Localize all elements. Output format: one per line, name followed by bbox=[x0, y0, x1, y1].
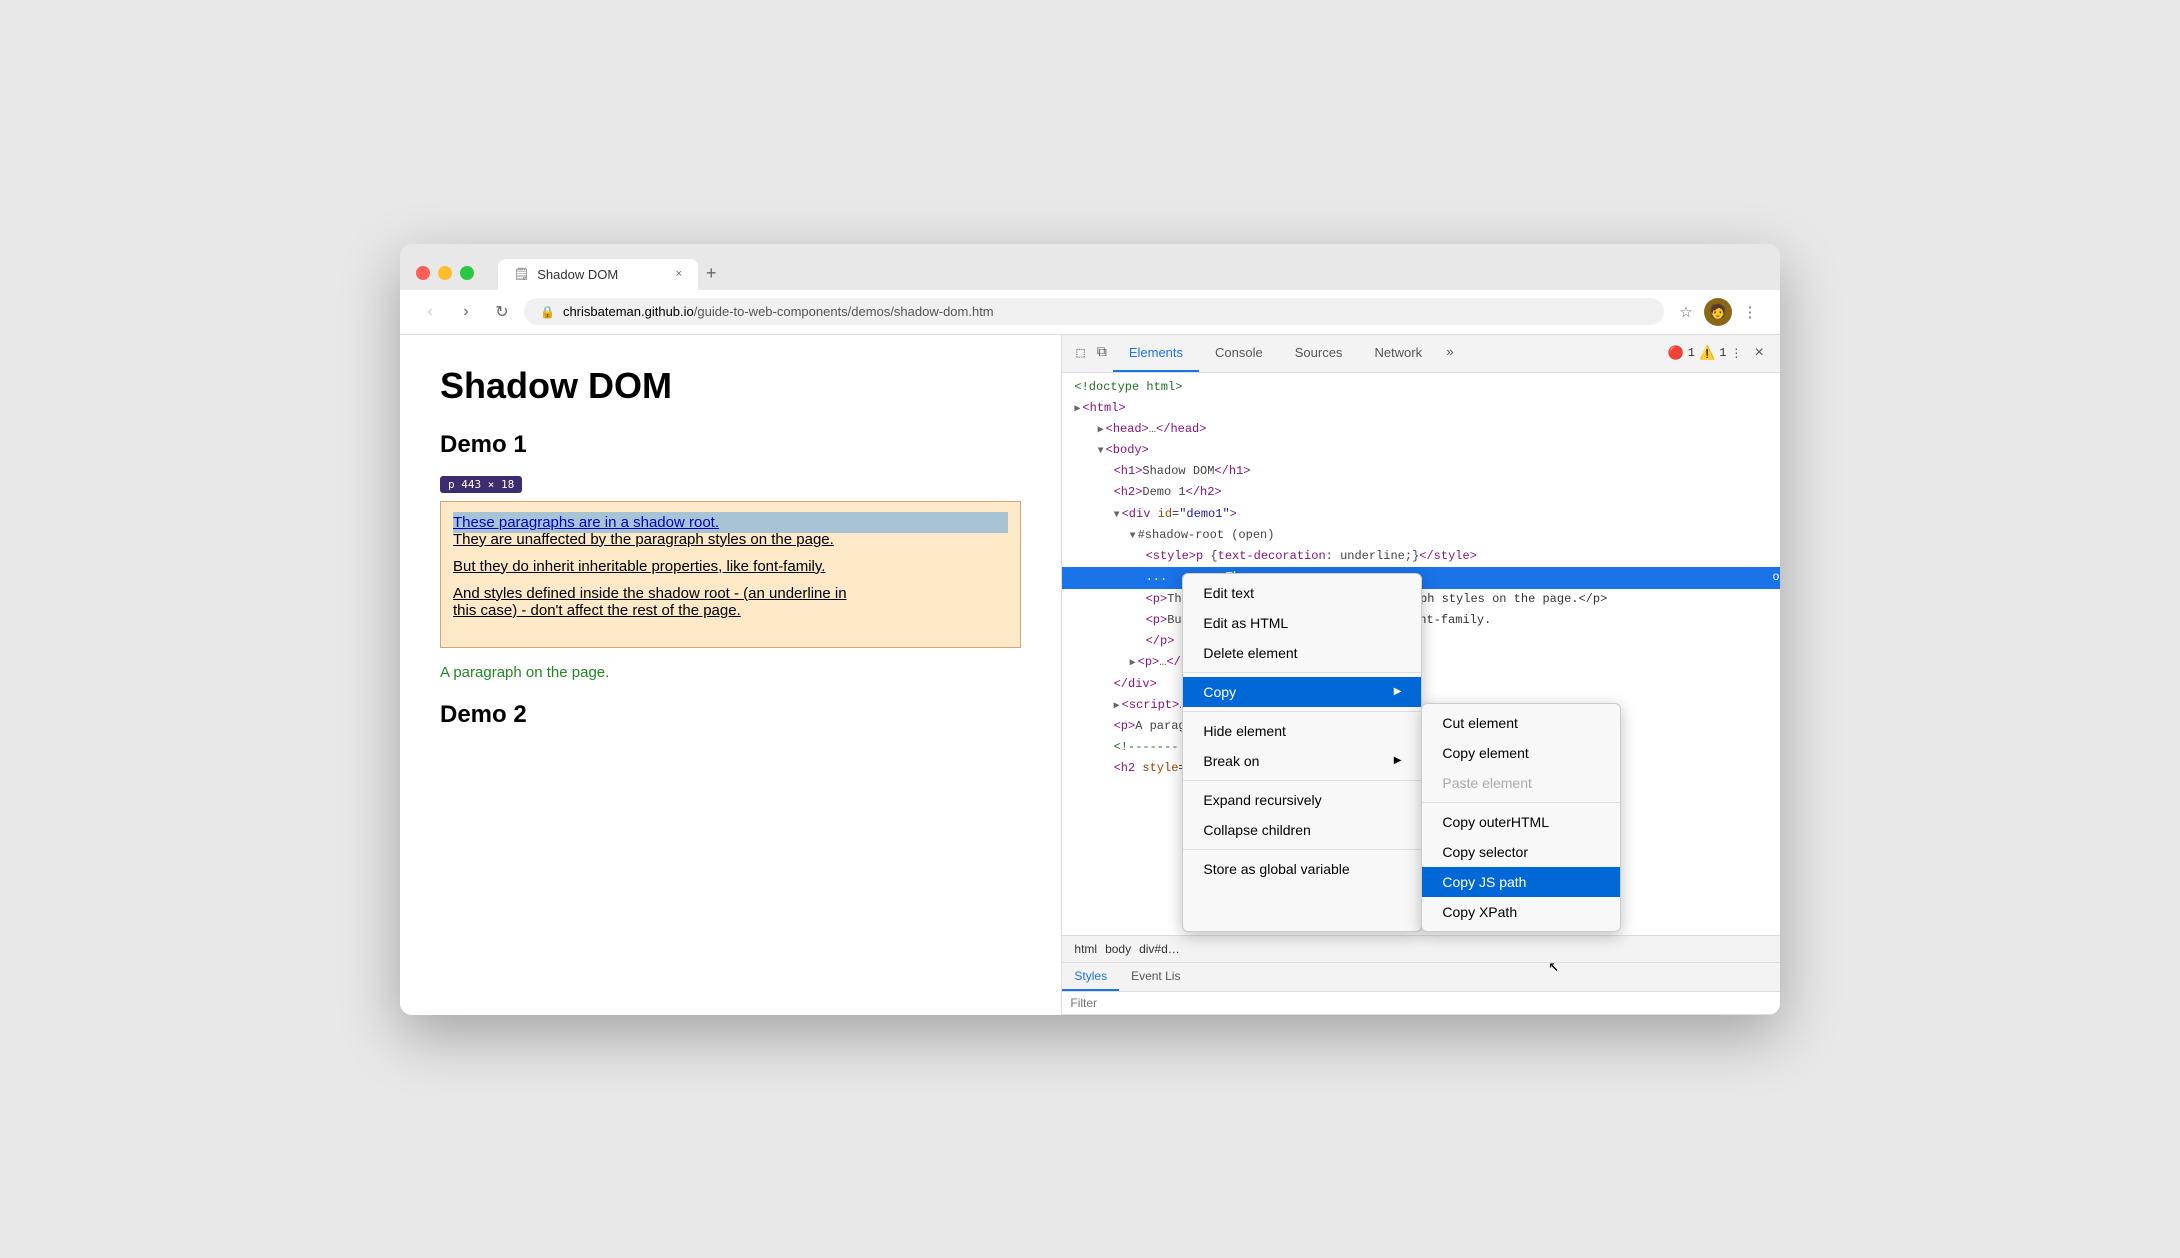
page-content: Shadow DOM Demo 1 p 443 × 18 These parag… bbox=[400, 335, 1062, 1015]
dom-head[interactable]: ▶<head>…</head> bbox=[1062, 419, 1780, 440]
close-button[interactable] bbox=[416, 266, 430, 280]
tab-sources[interactable]: Sources bbox=[1279, 335, 1359, 372]
dom-doctype: <!doctype html> bbox=[1062, 377, 1780, 398]
devtools-body: <!doctype html> ▶<html> ▶<head>…</head> … bbox=[1062, 373, 1780, 1015]
error-icon: 🔴 bbox=[1668, 346, 1684, 361]
para-green: A paragraph on the page. bbox=[440, 664, 1021, 681]
lock-icon: 🔒 bbox=[540, 305, 555, 319]
menu-item-break-on[interactable]: Break on ▶ bbox=[1183, 746, 1421, 776]
demo2-heading: Demo 2 bbox=[440, 701, 1021, 729]
profile-avatar[interactable]: 🧑 bbox=[1704, 298, 1732, 326]
bookmark-button[interactable]: ☆ bbox=[1672, 298, 1700, 326]
context-menu-container: Edit text Edit as HTML Delete element Co… bbox=[1182, 573, 1621, 932]
para1-selected: These paragraphs are in a shadow root. bbox=[453, 512, 1008, 533]
menu-item-store-global[interactable]: Store as global variable bbox=[1183, 854, 1421, 884]
submenu-cut-element[interactable]: Cut element bbox=[1422, 708, 1620, 738]
menu-separator-3 bbox=[1183, 780, 1421, 781]
menu-item-collapse-children[interactable]: Collapse children bbox=[1183, 815, 1421, 845]
submenu-copy-js-path[interactable]: Copy JS path bbox=[1422, 867, 1620, 897]
dom-body-open[interactable]: ▼<body> bbox=[1062, 440, 1780, 461]
warning-count: 1 bbox=[1719, 346, 1726, 360]
dom-style-tag[interactable]: <style>p {text-decoration: underline;}</… bbox=[1062, 546, 1780, 567]
para2: They are unaffected by the paragraph sty… bbox=[453, 531, 1008, 548]
submenu-sep-1 bbox=[1422, 802, 1620, 803]
menu-separator-1 bbox=[1183, 672, 1421, 673]
maximize-button[interactable] bbox=[460, 266, 474, 280]
breadcrumb-body[interactable]: body bbox=[1101, 940, 1135, 958]
breadcrumb-html[interactable]: html bbox=[1070, 940, 1101, 958]
dom-div-demo1[interactable]: ▼<div id="demo1"> bbox=[1062, 504, 1780, 525]
dom-shadow-root[interactable]: ▼#shadow-root (open) bbox=[1062, 525, 1780, 546]
submenu-copy-element[interactable]: Copy element bbox=[1422, 738, 1620, 768]
menu-item-copy[interactable]: Copy ▶ bbox=[1183, 677, 1421, 707]
shadow-root-box: These paragraphs are in a shadow root. T… bbox=[440, 501, 1021, 648]
back-button[interactable]: ‹ bbox=[416, 298, 444, 326]
styles-tabs: Styles Event Lis bbox=[1062, 963, 1780, 992]
submenu-paste-element[interactable]: Paste element bbox=[1422, 768, 1620, 798]
tab-more-button[interactable]: » bbox=[1438, 335, 1462, 372]
new-tab-button[interactable]: + bbox=[698, 256, 725, 290]
menu-item-edit-html[interactable]: Edit as HTML bbox=[1183, 608, 1421, 638]
breadcrumb-div[interactable]: div#d… bbox=[1135, 940, 1184, 958]
menu-separator-4 bbox=[1183, 849, 1421, 850]
menu-item-delete[interactable]: Delete element bbox=[1183, 638, 1421, 668]
title-bar: 🗒 Shadow DOM × + bbox=[400, 244, 1780, 290]
tab-label: Shadow DOM bbox=[537, 267, 618, 282]
submenu-copy-xpath[interactable]: Copy XPath bbox=[1422, 897, 1620, 927]
inspect-element-button[interactable]: ⬚ bbox=[1070, 337, 1090, 370]
error-badge: 🔴 1 ⚠️ 1 bbox=[1668, 346, 1727, 361]
copy-submenu[interactable]: Cut element Copy element Paste element C… bbox=[1421, 703, 1621, 932]
filter-input[interactable] bbox=[1070, 996, 1772, 1010]
warning-icon: ⚠️ bbox=[1699, 346, 1715, 361]
browser-window: 🗒 Shadow DOM × + ‹ › ↻ 🔒 chrisbateman.gi… bbox=[400, 244, 1780, 1015]
submenu-copy-outer-html[interactable]: Copy outerHTML bbox=[1422, 807, 1620, 837]
devtools-tabs: Elements Console Sources Network » bbox=[1113, 335, 1668, 372]
devtools-toolbar: ⬚ ⧉ Elements Console Sources Network » 🔴… bbox=[1062, 335, 1780, 373]
tab-console[interactable]: Console bbox=[1199, 335, 1279, 372]
error-count: 1 bbox=[1688, 346, 1695, 360]
forward-button[interactable]: › bbox=[452, 298, 480, 326]
para3: But they do inherit inheritable properti… bbox=[453, 558, 1008, 575]
browser-tab[interactable]: 🗒 Shadow DOM × bbox=[498, 259, 698, 290]
menu-item-edit-text[interactable]: Edit text bbox=[1183, 578, 1421, 608]
main-area: Shadow DOM Demo 1 p 443 × 18 These parag… bbox=[400, 335, 1780, 1015]
dom-html[interactable]: ▶<html> bbox=[1062, 398, 1780, 419]
menu-item-hide[interactable]: Hide element bbox=[1183, 716, 1421, 746]
context-menu[interactable]: Edit text Edit as HTML Delete element Co… bbox=[1182, 573, 1422, 932]
reload-button[interactable]: ↻ bbox=[488, 298, 516, 326]
devtools-panel: ⬚ ⧉ Elements Console Sources Network » 🔴… bbox=[1062, 335, 1780, 1015]
address-text: chrisbateman.github.io/guide-to-web-comp… bbox=[563, 304, 994, 319]
submenu-copy-selector[interactable]: Copy selector bbox=[1422, 837, 1620, 867]
menu-separator-2 bbox=[1183, 711, 1421, 712]
dom-h1[interactable]: <h1>Shadow DOM</h1> bbox=[1062, 461, 1780, 482]
browser-menu-button[interactable]: ⋮ bbox=[1736, 298, 1764, 326]
tab-page-icon: 🗒 bbox=[514, 267, 529, 281]
page-title: Shadow DOM bbox=[440, 365, 1021, 407]
element-tooltip: p 443 × 18 bbox=[440, 476, 522, 493]
device-toolbar-button[interactable]: ⧉ bbox=[1091, 337, 1113, 369]
nav-actions: ☆ 🧑 ⋮ bbox=[1672, 298, 1764, 326]
para4: And styles defined inside the shadow roo… bbox=[453, 585, 1008, 619]
tab-bar: 🗒 Shadow DOM × + bbox=[498, 256, 1764, 290]
demo1-heading: Demo 1 bbox=[440, 431, 1021, 459]
nav-bar: ‹ › ↻ 🔒 chrisbateman.github.io/guide-to-… bbox=[400, 290, 1780, 335]
tab-close-button[interactable]: × bbox=[676, 268, 682, 280]
styles-tab-event-listeners[interactable]: Event Lis bbox=[1119, 963, 1192, 991]
traffic-lights bbox=[416, 266, 474, 280]
styles-tab-styles[interactable]: Styles bbox=[1062, 963, 1119, 991]
devtools-close-button[interactable]: × bbox=[1746, 336, 1772, 370]
tab-network[interactable]: Network bbox=[1358, 335, 1438, 372]
filter-bar bbox=[1062, 992, 1780, 1015]
minimize-button[interactable] bbox=[438, 266, 452, 280]
address-bar[interactable]: 🔒 chrisbateman.github.io/guide-to-web-co… bbox=[524, 298, 1664, 325]
breadcrumb-bar: html body div#d… bbox=[1062, 935, 1780, 963]
tab-elements[interactable]: Elements bbox=[1113, 335, 1199, 372]
dom-h2-demo1[interactable]: <h2>Demo 1</h2> bbox=[1062, 482, 1780, 503]
devtools-settings-button[interactable]: ⋮ bbox=[1726, 338, 1746, 369]
menu-item-expand-recursively[interactable]: Expand recursively bbox=[1183, 785, 1421, 815]
